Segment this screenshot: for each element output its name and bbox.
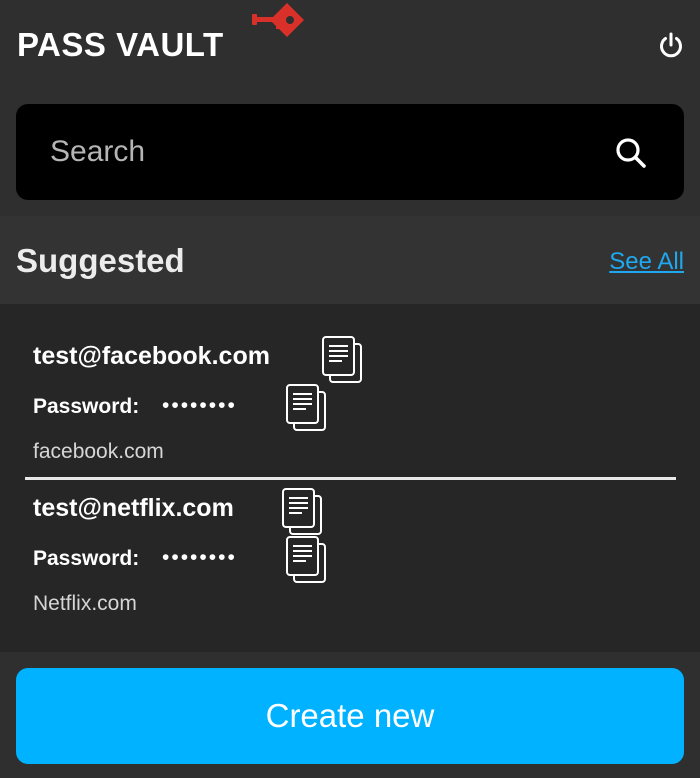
list-item: test@facebook.com Password: •••••••• fac… bbox=[0, 304, 700, 463]
suggested-header: Suggested See All bbox=[0, 216, 700, 304]
entry-username: test@facebook.com bbox=[33, 342, 270, 370]
entry-site: Netflix.com bbox=[33, 592, 137, 615]
power-icon bbox=[660, 32, 682, 58]
search-box bbox=[16, 104, 684, 200]
search-icon[interactable] bbox=[614, 136, 648, 170]
copy-username-icon[interactable] bbox=[280, 487, 324, 537]
brand: PASS VAULT bbox=[17, 24, 224, 66]
app-title: PASS VAULT bbox=[17, 26, 224, 63]
password-mask: •••••••• bbox=[162, 546, 237, 569]
credential-list: test@facebook.com Password: •••••••• fac… bbox=[0, 304, 700, 652]
copy-password-icon[interactable] bbox=[284, 535, 328, 585]
see-all-link[interactable]: See All bbox=[609, 248, 684, 276]
header: PASS VAULT bbox=[0, 0, 700, 90]
list-item: test@netflix.com Password: •••••••• Netf… bbox=[0, 456, 700, 615]
entry-username: test@netflix.com bbox=[33, 494, 234, 522]
password-mask: •••••••• bbox=[162, 394, 237, 417]
section-title: Suggested bbox=[16, 242, 185, 279]
password-label: Password: bbox=[33, 395, 140, 418]
create-new-button[interactable]: Create new bbox=[16, 668, 684, 764]
search-input[interactable] bbox=[50, 130, 610, 174]
copy-password-icon[interactable] bbox=[284, 383, 328, 433]
power-button[interactable] bbox=[654, 28, 688, 62]
copy-username-icon[interactable] bbox=[320, 335, 364, 385]
password-label: Password: bbox=[33, 547, 140, 570]
key-shield-logo-icon bbox=[252, 3, 304, 37]
pass-vault-app: PASS VAULT Suggested See All bbox=[0, 0, 700, 778]
